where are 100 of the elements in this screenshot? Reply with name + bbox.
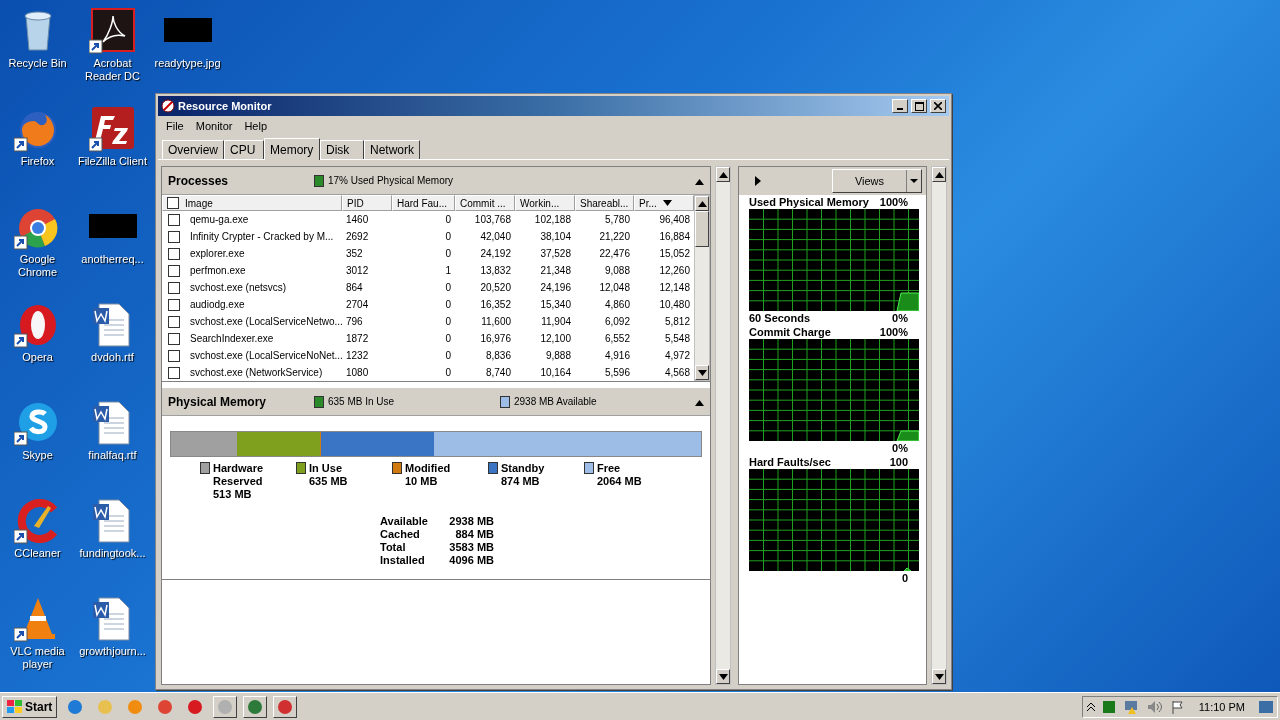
scrollbar[interactable] <box>931 166 947 685</box>
collapse-icon <box>695 399 704 406</box>
table-cell-text: 16,352 <box>479 299 512 310</box>
icon-label[interactable]: Google Chrome <box>0 253 75 279</box>
legend-swatch <box>500 395 510 408</box>
table-cell-text: 10,164 <box>539 367 572 378</box>
taskbar-app-icon[interactable] <box>243 695 268 718</box>
tab[interactable]: Overview <box>162 140 224 159</box>
up-arrow-icon <box>718 171 728 178</box>
icon-label[interactable]: readytype.jpg <box>154 57 221 70</box>
column-header[interactable]: Workin... <box>515 195 575 211</box>
icon-label[interactable]: VLC media player <box>0 645 75 671</box>
table-cell-text: 102,188 <box>533 214 572 225</box>
tab[interactable]: Disk <box>320 140 364 159</box>
section-header[interactable]: Physical Memory 635 MB In Use 2938 MB Available <box>162 388 710 416</box>
table-cell-text: 16,976 <box>479 333 512 344</box>
menu-item[interactable]: Monitor <box>189 120 239 132</box>
table-cell-text: 1460 <box>345 214 370 225</box>
graph-title: Used Physical Memory <box>749 195 869 209</box>
table-cell-text: 22,476 <box>598 248 631 259</box>
scrollbar[interactable] <box>715 166 731 685</box>
section-header[interactable]: Processes 17% Used Physical Memory <box>162 167 710 195</box>
table-cell-text: SearchIndexer.exe <box>189 333 275 344</box>
checkbox[interactable] <box>168 213 180 226</box>
checkbox[interactable] <box>168 281 180 294</box>
scroll-thumb[interactable] <box>695 211 709 247</box>
table-cell-text: qemu-ga.exe <box>189 214 250 225</box>
table-cell-text: 24,192 <box>479 248 512 259</box>
table-cell-text: 1080 <box>345 367 370 378</box>
memory-available: 2938 MB Available <box>514 396 597 407</box>
tab[interactable]: CPU <box>224 140 264 159</box>
table-cell-text: 0 <box>444 282 452 293</box>
show-desktop-icon[interactable] <box>1259 700 1273 713</box>
icon-label[interactable]: Opera <box>22 351 53 364</box>
column-header[interactable]: PID <box>342 195 392 211</box>
column-header[interactable]: Shareabl... <box>575 195 634 211</box>
checkbox[interactable] <box>168 230 180 243</box>
table-cell-text: 21,220 <box>598 231 631 242</box>
icon-label[interactable]: fundingtook... <box>79 547 146 560</box>
status-square-icon[interactable] <box>1102 700 1115 713</box>
close-icon <box>934 102 942 110</box>
table-cell-text: 1 <box>444 265 452 276</box>
graph-max: 100% <box>879 195 908 209</box>
down-arrow-icon <box>718 673 728 680</box>
icon-label[interactable]: dvdoh.rtf <box>91 351 134 364</box>
checkbox[interactable] <box>167 197 179 209</box>
icon-label[interactable]: Acrobat Reader DC <box>75 57 150 83</box>
maximize-icon <box>914 101 924 111</box>
tab[interactable]: Memory <box>264 138 320 160</box>
icon-label[interactable]: CCleaner <box>14 547 61 560</box>
table-cell-text: 4,860 <box>603 299 631 310</box>
legend-label: In Use 635 MB <box>309 462 349 488</box>
close-button[interactable] <box>930 99 946 113</box>
views-button[interactable]: Views <box>832 169 922 193</box>
checkbox[interactable] <box>168 298 180 311</box>
window-title: Resource Monitor <box>178 100 273 112</box>
icon-label[interactable]: FileZilla Client <box>77 155 148 168</box>
collapse-icon <box>695 178 704 185</box>
column-header[interactable]: Pr... <box>634 195 694 211</box>
column-header[interactable]: Commit ... <box>455 195 515 211</box>
checkbox[interactable] <box>168 264 180 277</box>
start-button[interactable]: Start <box>2 695 58 718</box>
icon-label[interactable]: Skype <box>22 449 53 462</box>
menu-item[interactable]: Help <box>238 120 274 132</box>
icon-label[interactable]: finalfaq.rtf <box>88 449 137 462</box>
table-cell-text: 0 <box>444 231 452 242</box>
column-header[interactable]: Image <box>162 195 342 211</box>
maximize-button[interactable] <box>911 99 927 113</box>
table-cell-text: svchost.exe (NetworkService) <box>189 367 324 378</box>
chevron-icon[interactable] <box>1086 701 1095 712</box>
checkbox[interactable] <box>168 332 180 345</box>
tab[interactable]: Network <box>364 140 421 159</box>
checkbox[interactable] <box>168 247 180 260</box>
legend-label: Hardware Reserved 513 MB <box>213 462 265 501</box>
icon-label[interactable]: Recycle Bin <box>8 57 67 70</box>
up-arrow-icon <box>697 200 707 207</box>
checkbox[interactable] <box>168 366 180 379</box>
network-icon[interactable] <box>1122 699 1139 714</box>
table-cell-text: 13,832 <box>479 265 512 276</box>
flag-icon[interactable] <box>1170 699 1185 714</box>
column-header[interactable]: Hard Fau... <box>392 195 455 211</box>
expand-icon[interactable] <box>755 176 761 186</box>
minimize-button[interactable] <box>892 99 908 113</box>
scrollbar[interactable] <box>694 195 710 381</box>
checkbox[interactable] <box>168 349 180 362</box>
graph-title: Commit Charge <box>749 325 831 339</box>
graph-min: 0% <box>892 311 908 325</box>
table-cell-text: 8,740 <box>484 367 512 378</box>
icon-label[interactable]: growthjourn... <box>79 645 146 658</box>
table-cell-text: 21,348 <box>539 265 572 276</box>
taskbar-app-icon[interactable] <box>213 695 238 718</box>
taskbar-app-icon[interactable] <box>273 695 298 718</box>
icon-label[interactable]: anotherreq... <box>81 253 144 266</box>
checkbox[interactable] <box>168 315 180 328</box>
icon-label[interactable]: Firefox <box>20 155 55 168</box>
clock[interactable]: 11:10 PM <box>1192 700 1251 713</box>
volume-icon[interactable] <box>1146 699 1163 714</box>
menu-item[interactable]: File <box>160 120 190 132</box>
down-arrow-icon <box>697 369 707 376</box>
table-cell-text: 4,916 <box>603 350 631 361</box>
